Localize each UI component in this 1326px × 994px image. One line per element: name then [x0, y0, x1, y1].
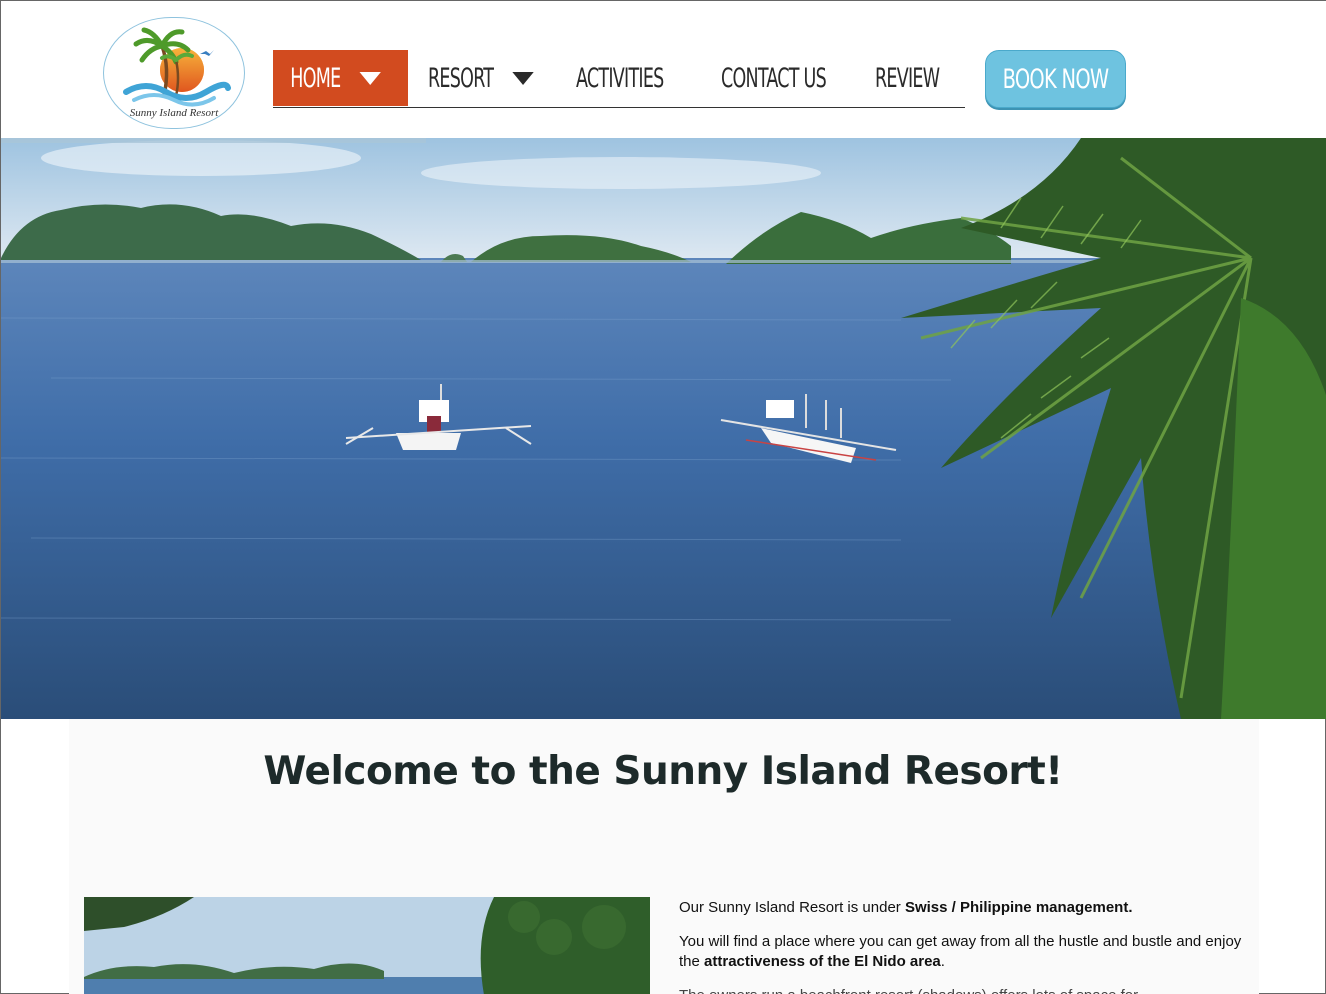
book-now-label: BOOK NOW	[1002, 63, 1110, 95]
dropdown-caret-icon	[359, 71, 381, 85]
book-now-button[interactable]: BOOK NOW	[985, 50, 1126, 108]
intro-paragraph-2: You will find a place where you can get …	[679, 933, 1242, 970]
nav-review-label: REVIEW	[875, 62, 940, 94]
nav-resort-label: RESORT	[428, 62, 494, 94]
nav-contact-us[interactable]: CONTACT US	[721, 50, 841, 106]
intro-text: Our Sunny Island Resort is under Swiss /…	[679, 898, 1259, 994]
intro-paragraph-3: The owners run a beachfront resort (shad…	[679, 986, 1259, 994]
nav-activities-label: ACTIVITIES	[576, 62, 664, 94]
site-header: Sunny Island Resort HOME RESORT ACTIVITI…	[1, 1, 1326, 138]
nav-home[interactable]: HOME	[273, 50, 408, 106]
page-title: Welcome to the Sunny Island Resort!	[263, 749, 1063, 794]
nav-home-label: HOME	[290, 62, 341, 94]
logo-text: Sunny Island Resort	[129, 107, 219, 119]
site-logo[interactable]: Sunny Island Resort	[103, 17, 245, 129]
nav-activities[interactable]: ACTIVITIES	[576, 50, 686, 106]
nav-contact-label: CONTACT US	[721, 62, 827, 94]
dropdown-caret-icon	[511, 71, 534, 85]
hero-image	[1, 138, 1326, 719]
resort-photo	[84, 897, 650, 994]
header-accent-bar	[1, 138, 426, 143]
intro-paragraph-1: Our Sunny Island Resort is under Swiss /…	[679, 899, 1133, 916]
nav-review[interactable]: REVIEW	[875, 50, 955, 106]
main-nav: HOME RESORT ACTIVITIES CONTACT US REVIEW	[273, 50, 965, 108]
nav-resort[interactable]: RESORT	[428, 50, 538, 106]
